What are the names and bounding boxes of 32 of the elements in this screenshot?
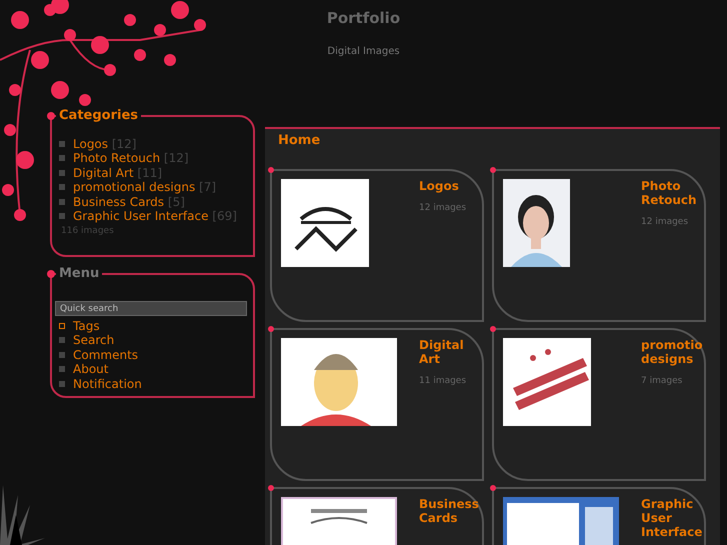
bullet-icon: [59, 184, 65, 190]
menu-link[interactable]: Comments: [73, 348, 138, 362]
bullet-icon: [59, 140, 65, 147]
image-count: 12 images: [419, 202, 468, 215]
page-heading: Home: [278, 132, 322, 150]
site-title: Portfolio: [326, 8, 400, 29]
panel-title: Categories: [56, 106, 142, 124]
album-card[interactable]: Logos 12 images: [270, 169, 484, 322]
image-count: 7 images: [641, 375, 684, 388]
bullet-icon: [59, 213, 65, 220]
site-subtitle: Digital Images: [327, 44, 400, 58]
album-card[interactable]: Digital Art 11 images: [270, 328, 484, 481]
album-title[interactable]: promotio designs: [641, 338, 705, 366]
album-card[interactable]: Graphic User Interface: [492, 487, 706, 545]
album-title[interactable]: Photo Retouch: [641, 179, 705, 207]
image-count: 12 images: [641, 216, 690, 229]
bullet-icon: [59, 198, 65, 205]
search-field[interactable]: Quick search: [55, 301, 247, 316]
menu-link[interactable]: Notification: [73, 376, 142, 391]
album-card[interactable]: Photo Retouch 12 images: [492, 169, 706, 322]
album-title[interactable]: Logos: [419, 179, 483, 193]
album-title[interactable]: Business Cards: [419, 497, 483, 525]
bullet-icon: [59, 170, 65, 176]
menu-link[interactable]: Search: [73, 333, 114, 348]
menu-link[interactable]: Tags: [73, 318, 100, 333]
album-title[interactable]: Graphic User Interface: [641, 497, 705, 539]
bullet-icon: [59, 155, 65, 162]
image-count: 11 images: [419, 375, 468, 388]
album-title[interactable]: Digital Art: [419, 338, 483, 366]
menu-link[interactable]: About: [73, 362, 108, 376]
album-card[interactable]: Business Cards: [270, 487, 484, 545]
album-card[interactable]: promotio designs 7 images: [492, 328, 706, 481]
